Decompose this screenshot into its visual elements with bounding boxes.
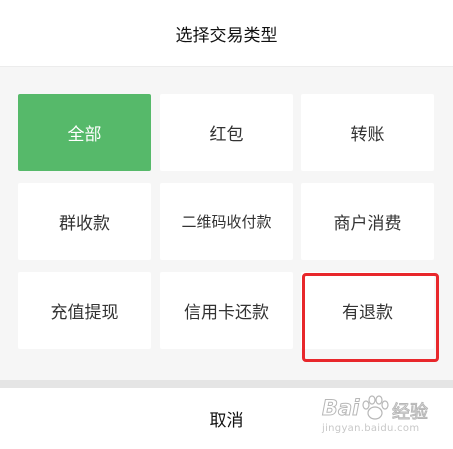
option-label: 群收款 xyxy=(59,214,110,234)
option-qr-payment[interactable]: 二维码收付款 xyxy=(160,183,293,260)
option-label: 充值提现 xyxy=(50,303,119,323)
option-merchant-purchase[interactable]: 商户消费 xyxy=(301,183,434,260)
cancel-button[interactable]: 取消 xyxy=(186,398,268,439)
option-label: 商户消费 xyxy=(333,214,402,234)
option-label: 信用卡还款 xyxy=(184,303,269,323)
option-group-collection[interactable]: 群收款 xyxy=(18,183,151,260)
option-topup-withdraw[interactable]: 充值提现 xyxy=(18,272,151,349)
option-red-packet[interactable]: 红包 xyxy=(160,94,293,171)
option-label: 二维码收付款 xyxy=(181,213,272,231)
option-credit-card-repayment[interactable]: 信用卡还款 xyxy=(160,272,293,349)
option-transfer[interactable]: 转账 xyxy=(301,94,434,171)
transaction-type-grid: 全部 红包 转账 群收款 二维码收付款 商户消费 充值提现 信用卡还款 有退款 xyxy=(0,67,453,380)
section-divider xyxy=(0,380,453,388)
option-label: 红包 xyxy=(209,125,244,145)
option-label: 全部 xyxy=(67,125,102,145)
sheet-header: 选择交易类型 xyxy=(0,0,453,67)
option-label: 有退款 xyxy=(342,303,393,323)
sheet-footer: 取消 xyxy=(0,388,453,449)
option-refund[interactable]: 有退款 xyxy=(301,272,434,349)
option-label: 转账 xyxy=(350,125,385,145)
sheet-title: 选择交易类型 xyxy=(175,25,278,46)
option-all[interactable]: 全部 xyxy=(18,94,151,171)
